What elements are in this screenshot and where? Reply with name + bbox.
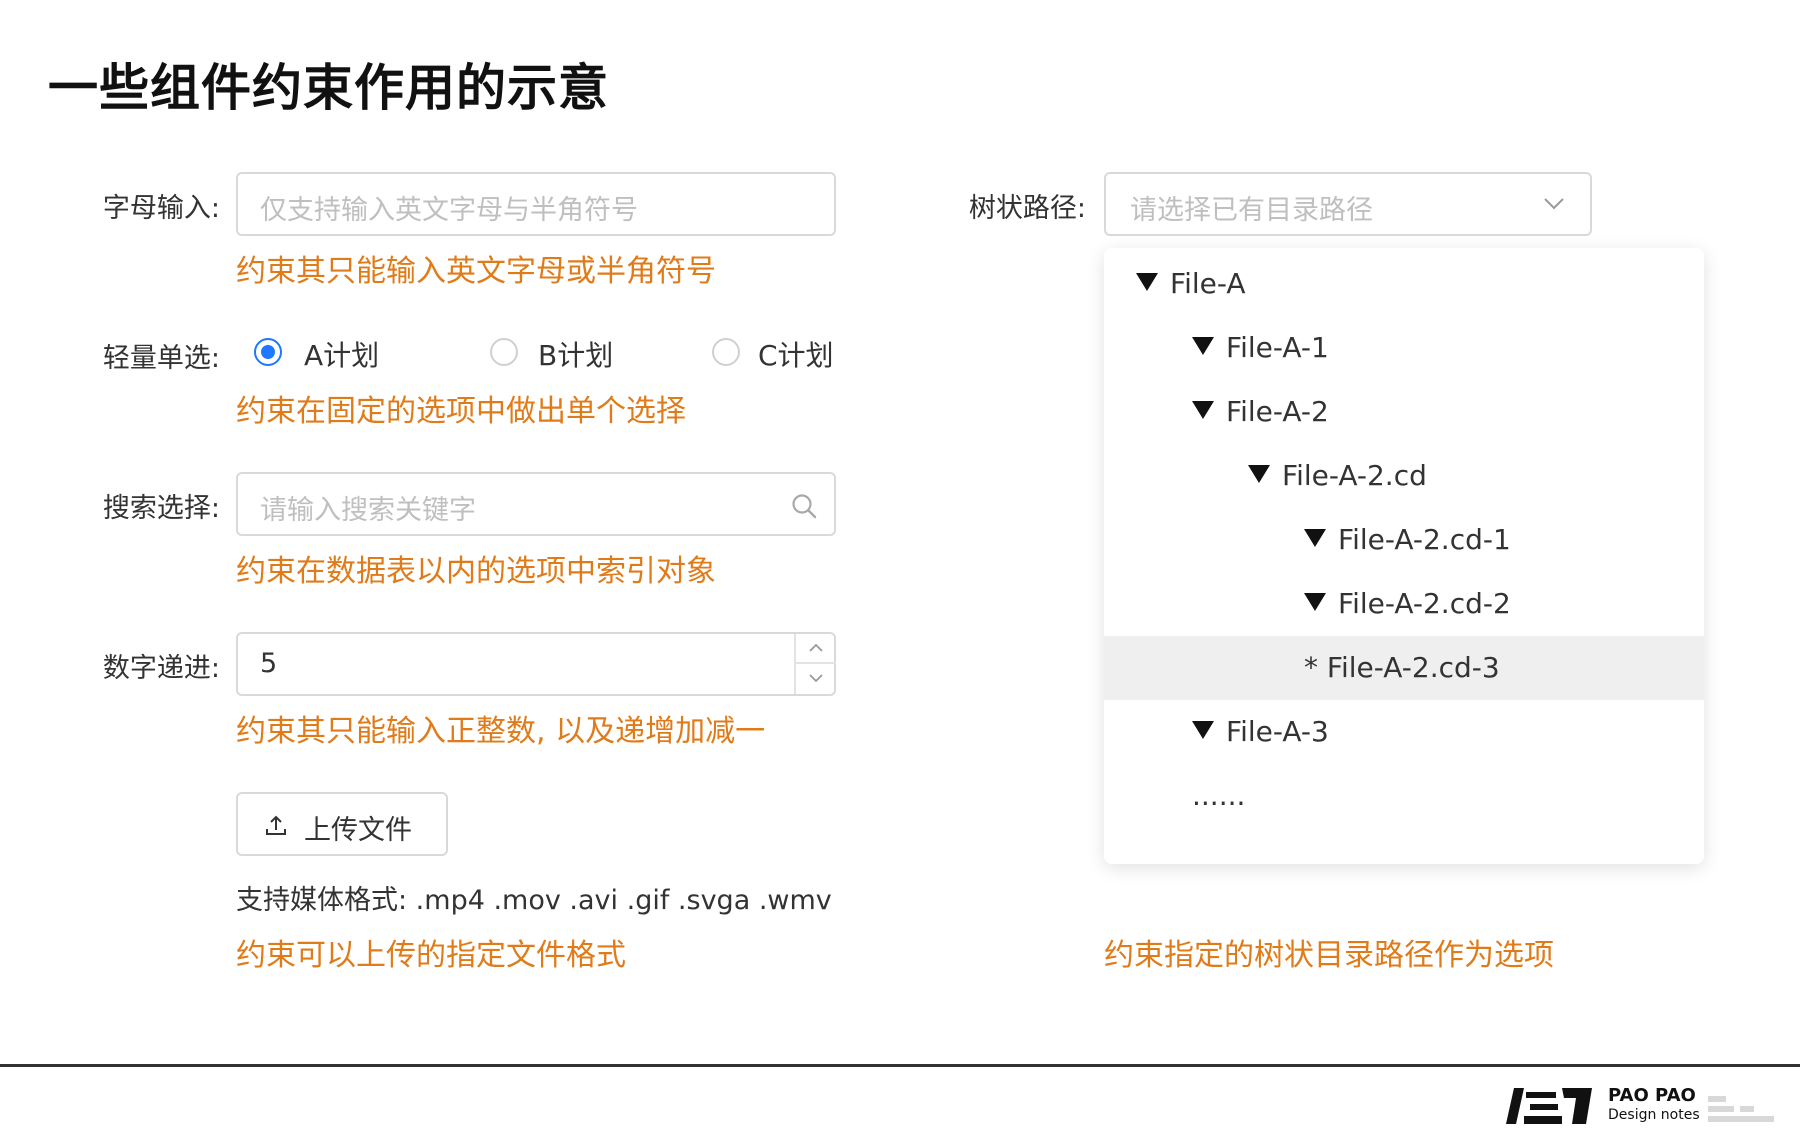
- number-value: 5: [260, 648, 278, 679]
- search-icon: [792, 494, 817, 519]
- search-note: 约束在数据表以内的选项中索引对象: [236, 554, 716, 589]
- tree-item[interactable]: File-A-2.cd-1: [1104, 508, 1704, 572]
- caret-down-icon: [1248, 465, 1270, 483]
- chevron-up-icon: [809, 643, 823, 652]
- tree-item-label: * File-A-2.cd-3: [1304, 651, 1500, 684]
- tree-item-label: File-A-2.cd-2: [1338, 587, 1511, 620]
- upload-note: 约束可以上传的指定文件格式: [236, 938, 626, 973]
- footer-divider: [0, 1064, 1800, 1067]
- tree-path-label: 树状路径:: [968, 193, 1086, 224]
- tree-item-label: File-A-2.cd-1: [1338, 523, 1511, 556]
- tree-item-label: File-A-2: [1226, 395, 1329, 428]
- tree-item-label: ......: [1192, 779, 1246, 812]
- number-input[interactable]: 5: [236, 632, 836, 696]
- decrement-button[interactable]: [796, 664, 836, 694]
- search-placeholder: 请输入搜索关键字: [260, 495, 476, 526]
- number-label: 数字递进:: [102, 653, 220, 684]
- caret-down-icon: [1304, 529, 1326, 547]
- brand-mark-icon: [1706, 1094, 1776, 1122]
- radio-option-c[interactable]: C计划: [712, 338, 852, 374]
- radio-b-indicator: [490, 338, 518, 366]
- tree-item[interactable]: File-A-2.cd-2: [1104, 572, 1704, 636]
- brand-tagline: Design notes: [1608, 1107, 1700, 1123]
- radio-option-b[interactable]: B计划: [490, 338, 690, 374]
- tree-item[interactable]: File-A-1: [1104, 316, 1704, 380]
- caret-down-icon: [1192, 721, 1214, 739]
- tree-path-note: 约束指定的树状目录路径作为选项: [1104, 938, 1554, 973]
- tree-item[interactable]: File-A-2: [1104, 380, 1704, 444]
- tree-item-label: File-A-3: [1226, 715, 1329, 748]
- tree-item-label: File-A: [1170, 267, 1246, 300]
- number-note: 约束其只能输入正整数, 以及递增加减一: [236, 714, 766, 749]
- tree-item[interactable]: File-A-2.cd: [1104, 444, 1704, 508]
- radio-a-indicator: [254, 338, 282, 366]
- upload-button[interactable]: 上传文件: [236, 792, 448, 856]
- tree-item-label: File-A-1: [1226, 331, 1329, 364]
- caret-down-icon: [1192, 401, 1214, 419]
- tree-dropdown: File-A File-A-1 File-A-2 File-A-2.cd Fil…: [1104, 248, 1704, 864]
- brand-logo-icon: [1500, 1084, 1600, 1126]
- search-input[interactable]: 请输入搜索关键字: [236, 472, 836, 536]
- chevron-down-icon: [809, 674, 823, 683]
- page-title: 一些组件约束作用的示意: [48, 59, 609, 117]
- upload-button-label: 上传文件: [304, 815, 412, 846]
- radio-c-label: C计划: [758, 339, 834, 372]
- radio-note: 约束在固定的选项中做出单个选择: [236, 394, 686, 429]
- upload-formats: 支持媒体格式: .mp4 .mov .avi .gif .svga .wmv: [236, 885, 832, 916]
- radio-b-label: B计划: [538, 339, 614, 372]
- radio-c-indicator: [712, 338, 740, 366]
- tree-path-placeholder: 请选择已有目录路径: [1130, 195, 1373, 226]
- upload-icon: [266, 815, 286, 835]
- tree-path-select[interactable]: 请选择已有目录路径: [1104, 172, 1592, 236]
- search-label: 搜索选择:: [102, 493, 220, 524]
- tree-item-label: File-A-2.cd: [1282, 459, 1427, 492]
- caret-down-icon: [1136, 273, 1158, 291]
- tree-item-selected[interactable]: * File-A-2.cd-3: [1104, 636, 1704, 700]
- number-stepper: [794, 634, 836, 694]
- caret-down-icon: [1304, 593, 1326, 611]
- letters-placeholder: 仅支持输入英文字母与半角符号: [260, 195, 638, 226]
- tree-item[interactable]: File-A-3: [1104, 700, 1704, 764]
- tree-item-more[interactable]: ......: [1104, 764, 1704, 828]
- letters-label: 字母输入:: [102, 193, 220, 224]
- brand-name: PAO PAO: [1608, 1085, 1696, 1106]
- letters-note: 约束其只能输入英文字母或半角符号: [236, 254, 716, 289]
- radio-label: 轻量单选:: [102, 343, 220, 374]
- caret-down-icon: [1192, 337, 1214, 355]
- radio-option-a[interactable]: A计划: [254, 338, 514, 374]
- increment-button[interactable]: [796, 634, 836, 664]
- radio-a-label: A计划: [304, 339, 380, 372]
- letters-input[interactable]: 仅支持输入英文字母与半角符号: [236, 172, 836, 236]
- chevron-down-icon: [1544, 198, 1564, 210]
- tree-item[interactable]: File-A: [1104, 252, 1704, 316]
